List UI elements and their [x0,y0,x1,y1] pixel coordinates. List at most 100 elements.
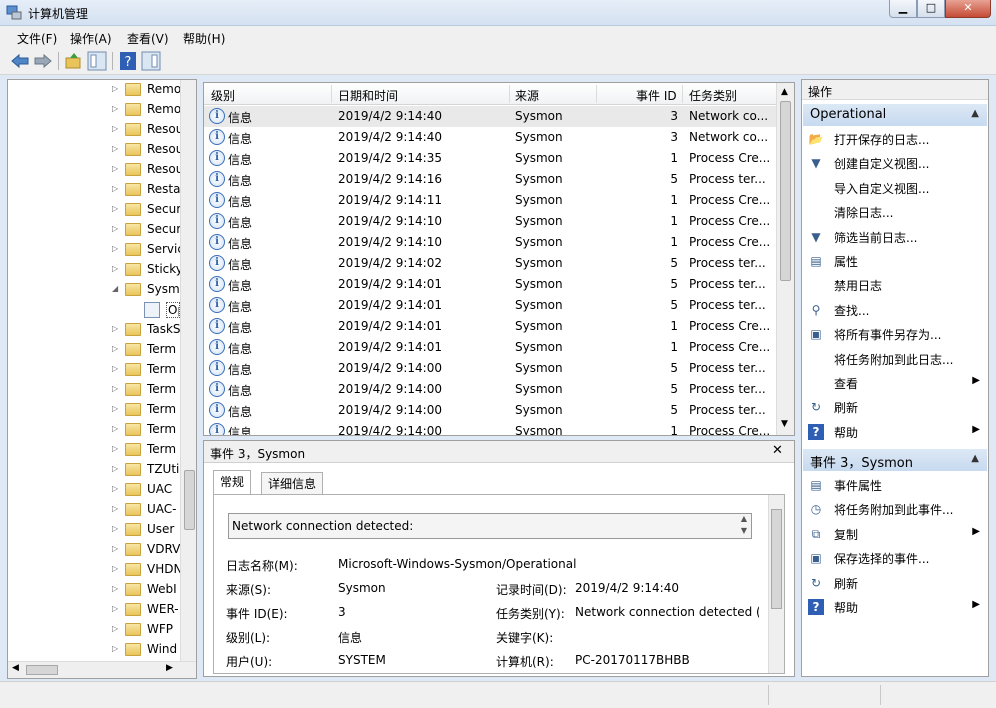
menu-action[interactable]: 操作(A) [70,30,112,47]
message-scroll-down[interactable]: ▼ [741,526,747,535]
menu-view[interactable]: 查看(V) [127,30,169,47]
event-row[interactable]: i 信息 2019/4/2 9:14:00 Sysmon 5 Process ter... [204,400,776,421]
expand-arrow-icon[interactable]: ▷ [112,224,120,234]
expand-arrow-icon[interactable]: ▷ [112,124,120,134]
actions-section-event[interactable]: 事件 3，Sysmon ▲ [803,449,987,471]
detail-scroll-thumb[interactable] [771,509,782,609]
action-item[interactable]: 将任务附加到此日志... [802,347,988,371]
tree-item[interactable]: ▷ Secur [8,200,180,220]
scroll-up-arrow[interactable]: ▲ [781,87,788,97]
column-task-category[interactable]: 任务类别 [689,87,737,104]
tree-item[interactable]: ▷ Term [8,380,180,400]
tree-item[interactable]: ▷ Resta [8,180,180,200]
event-row[interactable]: i 信息 2019/4/2 9:14:01 Sysmon 5 Process ter... [204,274,776,295]
event-row[interactable]: i 信息 2019/4/2 9:14:16 Sysmon 5 Process ter... [204,169,776,190]
expand-arrow-icon[interactable]: ▷ [112,164,120,174]
expand-arrow-icon[interactable]: ▷ [112,84,120,94]
tree-item[interactable]: ▷ Resou [8,160,180,180]
show-hide-action-pane-icon[interactable] [141,51,161,71]
event-row[interactable]: i 信息 2019/4/2 9:14:00 Sysmon 5 Process ter... [204,358,776,379]
tree-item[interactable]: ▷ Term [8,360,180,380]
minimize-button[interactable]: ▁ [889,0,917,18]
tree-horizontal-scrollbar[interactable]: ◀ ▶ [8,661,196,678]
event-row[interactable]: i 信息 2019/4/2 9:14:40 Sysmon 3 Network co... [204,127,776,148]
action-item[interactable]: ▣ 保存选择的事件... [802,546,988,570]
tab-general[interactable]: 常规 [213,470,252,495]
action-item[interactable]: ▼ 筛选当前日志... [802,225,988,249]
column-datetime[interactable]: 日期和时间 [338,87,398,104]
tree-scroll-thumb[interactable] [184,470,195,530]
expand-arrow-icon[interactable]: ▷ [112,464,120,474]
action-item[interactable]: ▤ 属性 [802,249,988,273]
expand-arrow-icon[interactable]: ▷ [112,144,120,154]
menu-file[interactable]: 文件(F) [17,30,57,47]
tree-hscroll-thumb[interactable] [26,665,58,675]
event-row[interactable]: i 信息 2019/4/2 9:14:10 Sysmon 1 Process Cre... [204,211,776,232]
column-separator[interactable] [682,85,683,103]
detail-close-icon[interactable]: ✕ [772,443,783,458]
action-item[interactable]: ↻ 刷新 [802,395,988,419]
action-item[interactable]: ▣ 将所有事件另存为... [802,322,988,346]
event-row[interactable]: i 信息 2019/4/2 9:14:40 Sysmon 3 Network co... [204,106,776,127]
event-row[interactable]: i 信息 2019/4/2 9:14:01 Sysmon 5 Process ter... [204,295,776,316]
event-list-scroll-thumb[interactable] [780,101,791,281]
event-row[interactable]: i 信息 2019/4/2 9:14:00 Sysmon 1 Process Cre... [204,421,776,435]
event-row[interactable]: i 信息 2019/4/2 9:14:10 Sysmon 1 Process Cre... [204,232,776,253]
tree-item[interactable]: ▷ Term [8,440,180,460]
back-arrow-icon[interactable] [10,51,30,71]
tree-item[interactable]: ▷ Secur [8,220,180,240]
tree-item[interactable]: ▷ UAC- [8,500,180,520]
tree-item[interactable]: Op [8,300,180,320]
tree-item[interactable]: ▷ Sticky [8,260,180,280]
action-item[interactable]: ▤ 事件属性 [802,473,988,497]
expand-arrow-icon[interactable]: ▷ [112,244,120,254]
tree-item[interactable]: ▷ TZUti [8,460,180,480]
action-item[interactable]: 禁用日志 [802,273,988,297]
tree-item[interactable]: ▷ Term [8,400,180,420]
expand-arrow-icon[interactable]: ▷ [112,444,120,454]
event-row[interactable]: i 信息 2019/4/2 9:14:02 Sysmon 5 Process ter... [204,253,776,274]
tree-item[interactable]: ▷ TaskS [8,320,180,340]
action-item[interactable]: 导入自定义视图... [802,176,988,200]
expand-arrow-icon[interactable]: ▷ [112,184,120,194]
tree-item[interactable]: ▷ WER- [8,600,180,620]
tree-item[interactable]: ▷ VHDN [8,560,180,580]
expand-arrow-icon[interactable]: ▷ [112,624,120,634]
tree-item[interactable]: ▷ Remo [8,100,180,120]
expand-arrow-icon[interactable]: ▷ [112,544,120,554]
expand-arrow-icon[interactable]: ▷ [112,384,120,394]
tree-item[interactable]: ▷ WFP [8,620,180,640]
expand-arrow-icon[interactable]: ▷ [112,584,120,594]
tree-vertical-scrollbar[interactable] [180,80,196,661]
column-separator[interactable] [509,85,510,103]
collapse-icon[interactable]: ▲ [971,453,979,464]
tree-item[interactable]: ▷ Term [8,420,180,440]
tree-item[interactable]: ▷ WebI [8,580,180,600]
tree-item[interactable]: ▷ User [8,520,180,540]
message-scroll-up[interactable]: ▲ [741,514,747,523]
action-item[interactable]: ? 帮助 ▶ [802,595,988,619]
close-button[interactable]: ✕ [945,0,991,18]
expand-arrow-icon[interactable]: ▷ [112,424,120,434]
forward-arrow-icon[interactable] [33,51,53,71]
scroll-down-arrow[interactable]: ▼ [781,419,788,429]
action-item[interactable]: ⧉ 复制 ▶ [802,522,988,546]
action-item[interactable]: 查看 ▶ [802,371,988,395]
tree-item[interactable]: ▷ Term [8,340,180,360]
tab-details[interactable]: 详细信息 [261,472,324,494]
expand-arrow-icon[interactable]: ▷ [112,344,120,354]
action-item[interactable]: 📂 打开保存的日志... [802,127,988,151]
expand-arrow-icon[interactable]: ▷ [112,364,120,374]
event-row[interactable]: i 信息 2019/4/2 9:14:01 Sysmon 1 Process Cre... [204,337,776,358]
expand-arrow-icon[interactable]: ▷ [112,324,120,334]
expand-arrow-icon[interactable]: ▷ [112,524,120,534]
detail-scrollbar[interactable] [768,495,784,673]
event-row[interactable]: i 信息 2019/4/2 9:14:11 Sysmon 1 Process Cre... [204,190,776,211]
event-row[interactable]: i 信息 2019/4/2 9:14:00 Sysmon 5 Process ter... [204,379,776,400]
event-list-scrollbar[interactable]: ▲ ▼ [776,83,794,435]
action-item[interactable]: ⚲ 查找... [802,298,988,322]
scroll-right-arrow[interactable]: ▶ [166,663,173,673]
action-item[interactable]: ↻ 刷新 [802,571,988,595]
scroll-left-arrow[interactable]: ◀ [12,663,19,673]
tree-item[interactable]: ▷ Resou [8,120,180,140]
